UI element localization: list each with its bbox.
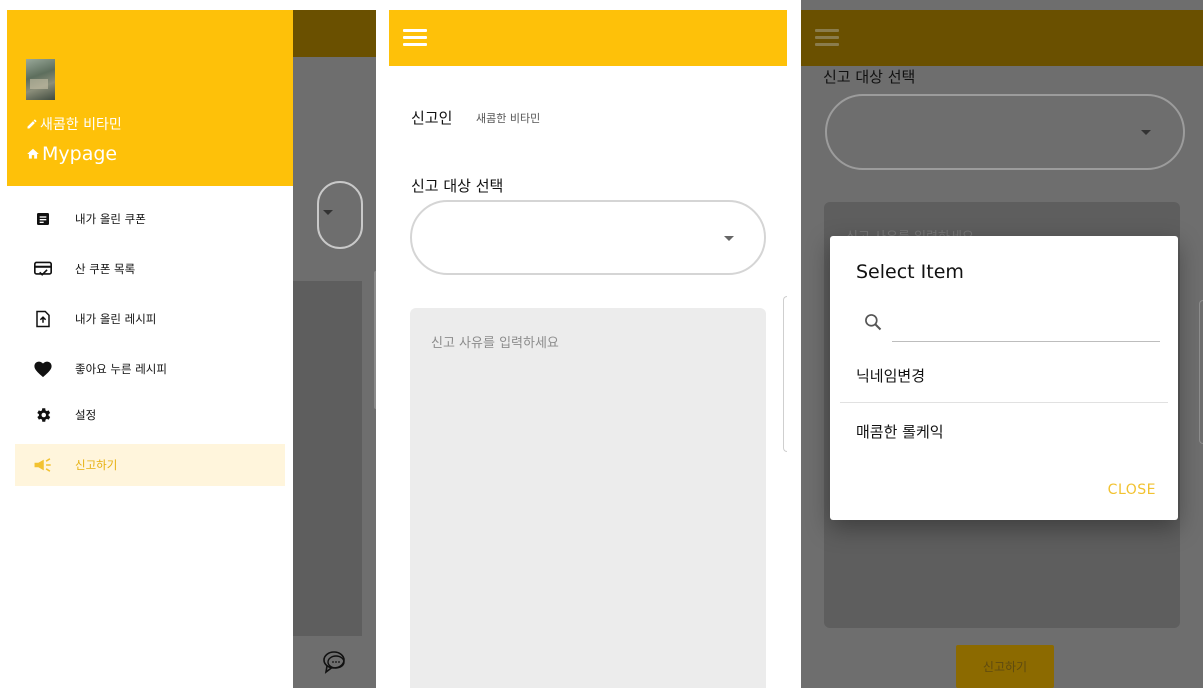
- file-upload-icon: [33, 309, 53, 329]
- home-icon: [27, 148, 39, 159]
- submit-report-button: 신고하기: [956, 645, 1054, 688]
- heart-icon: [33, 359, 53, 379]
- hamburger-menu-icon: [815, 29, 839, 47]
- dropdown-caret-icon: [724, 236, 734, 241]
- mypage-label: Mypage: [42, 143, 118, 165]
- drawer-item-label: 신고하기: [75, 458, 118, 472]
- select-item-dialog: Select Item 닉네임변경 매콤한 롤케익 CLOSE: [830, 236, 1178, 520]
- underlying-reason-box: [293, 281, 362, 636]
- drawer-item-purchased-coupons[interactable]: 산 쿠폰 목록: [15, 248, 285, 290]
- drawer-item-label: 좋아요 누른 레시피: [75, 362, 167, 376]
- target-select-dropdown[interactable]: [410, 200, 766, 275]
- underlying-caret-icon: [323, 210, 333, 215]
- reason-input-box: [410, 308, 766, 688]
- drawer-item-label: 설정: [75, 408, 97, 422]
- app-bar: [389, 10, 787, 66]
- app-bar-dimmed: [801, 10, 1203, 66]
- drawer-item-report[interactable]: 신고하기: [15, 444, 285, 486]
- reporter-value: 새콤한 비타민: [476, 112, 541, 125]
- drawer-item-label: 내가 올린 레시피: [75, 312, 157, 326]
- target-select-label: 신고 대상 선택: [823, 68, 916, 86]
- nickname-label: 새콤한 비타민: [40, 117, 122, 133]
- report-form-screen: 신고인 새콤한 비타민 신고 대상 선택: [389, 0, 787, 688]
- chat-icon[interactable]: [321, 648, 349, 676]
- adjacent-page-edge: [1199, 300, 1203, 444]
- reporter-label: 신고인: [411, 109, 453, 127]
- dialog-close-button[interactable]: CLOSE: [1108, 482, 1156, 498]
- drawer-header: 새콤한 비타민 Mypage: [7, 10, 293, 186]
- gear-icon: [33, 405, 53, 425]
- drawer-item-label: 내가 올린 쿠폰: [75, 212, 146, 226]
- pencil-icon: [27, 119, 37, 129]
- hamburger-menu-icon[interactable]: [403, 29, 427, 47]
- mypage-link[interactable]: Mypage: [26, 143, 117, 165]
- drawer-item-liked-recipes[interactable]: 좋아요 누른 레시피: [15, 348, 285, 390]
- navigation-drawer: 새콤한 비타민 Mypage 내가 올린 쿠폰 산 쿠폰 목록 내가 올린 레시…: [7, 10, 293, 688]
- target-select-label: 신고 대상 선택: [411, 177, 504, 195]
- card-check-icon: [33, 259, 53, 279]
- document-icon: [33, 209, 53, 229]
- adjacent-page-edge: [783, 296, 787, 452]
- drawer-item-my-coupons[interactable]: 내가 올린 쿠폰: [15, 198, 285, 240]
- drawer-item-settings[interactable]: 설정: [15, 394, 285, 436]
- avatar[interactable]: [26, 59, 55, 100]
- megaphone-icon: [33, 455, 53, 475]
- drawer-item-label: 산 쿠폰 목록: [75, 262, 136, 276]
- drawer-item-my-recipes[interactable]: 내가 올린 레시피: [15, 298, 285, 340]
- underlying-dropdown: [317, 181, 363, 249]
- dialog-title: Select Item: [856, 261, 964, 283]
- underlying-app-bar: [293, 10, 376, 57]
- underlying-divider: [374, 271, 376, 409]
- target-select-dropdown-dimmed: [825, 94, 1185, 170]
- select-dialog-screen: 신고 대상 선택 신고 사유를 입력하세요 신고하기 Select Item 닉…: [801, 0, 1203, 688]
- drawer-screen: 새콤한 비타민 Mypage 내가 올린 쿠폰 산 쿠폰 목록 내가 올린 레시…: [7, 0, 376, 688]
- reason-input[interactable]: [410, 308, 766, 688]
- search-icon: [863, 312, 883, 332]
- dialog-option-item[interactable]: 닉네임변경: [840, 349, 1168, 403]
- dialog-search-input[interactable]: [892, 304, 1160, 342]
- dialog-option-item[interactable]: 매콤한 롤케익: [840, 404, 1168, 458]
- nickname-row[interactable]: 새콤한 비타민: [26, 114, 122, 134]
- dropdown-caret-icon: [1141, 130, 1151, 135]
